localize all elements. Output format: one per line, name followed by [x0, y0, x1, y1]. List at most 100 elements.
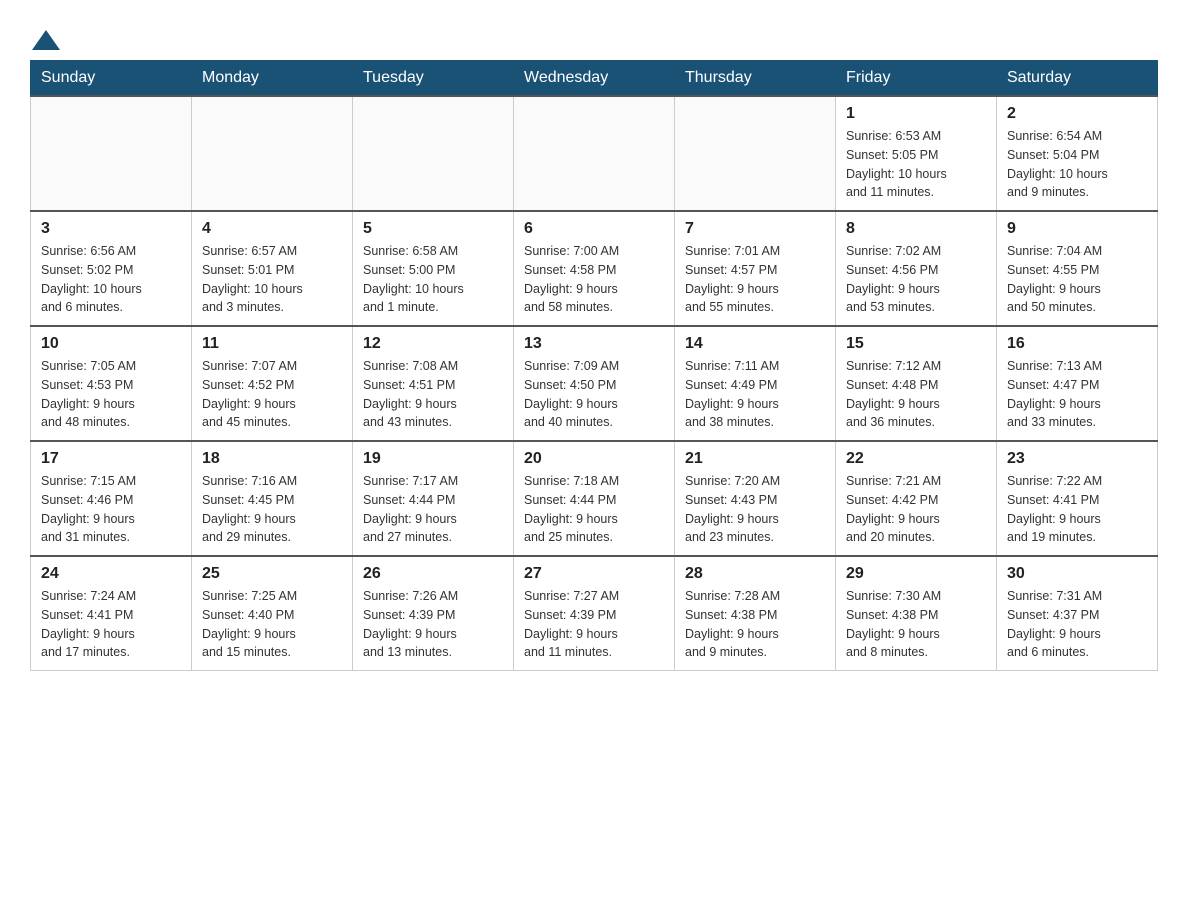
day-info: Sunrise: 7:17 AMSunset: 4:44 PMDaylight:…: [363, 472, 503, 547]
calendar-header-friday: Friday: [836, 61, 997, 97]
day-number: 11: [202, 335, 342, 353]
day-number: 4: [202, 220, 342, 238]
calendar-day-cell: [675, 96, 836, 211]
day-number: 24: [41, 565, 181, 583]
day-number: 27: [524, 565, 664, 583]
calendar-day-cell: 5 Sunrise: 6:58 AMSunset: 5:00 PMDaylight…: [353, 211, 514, 326]
day-info: Sunrise: 6:53 AMSunset: 5:05 PMDaylight:…: [846, 127, 986, 202]
calendar-day-cell: 7 Sunrise: 7:01 AMSunset: 4:57 PMDaylight…: [675, 211, 836, 326]
calendar-day-cell: 20 Sunrise: 7:18 AMSunset: 4:44 PMDayligh…: [514, 441, 675, 556]
day-number: 30: [1007, 565, 1147, 583]
calendar-day-cell: 13Sunrise: 7:09 AMSunset: 4:50 PMDayligh…: [514, 326, 675, 441]
calendar-day-cell: 29 Sunrise: 7:30 AMSunset: 4:38 PMDayligh…: [836, 556, 997, 671]
calendar-header-wednesday: Wednesday: [514, 61, 675, 97]
calendar-day-cell: [192, 96, 353, 211]
day-number: 3: [41, 220, 181, 238]
day-number: 18: [202, 450, 342, 468]
day-info: Sunrise: 7:08 AMSunset: 4:51 PMDaylight:…: [363, 357, 503, 432]
logo: [30, 30, 62, 50]
calendar-header-sunday: Sunday: [31, 61, 192, 97]
day-number: 12: [363, 335, 503, 353]
calendar-day-cell: 10Sunrise: 7:05 AMSunset: 4:53 PMDayligh…: [31, 326, 192, 441]
calendar-week-row: 10Sunrise: 7:05 AMSunset: 4:53 PMDayligh…: [31, 326, 1158, 441]
calendar-week-row: 3 Sunrise: 6:56 AMSunset: 5:02 PMDaylight…: [31, 211, 1158, 326]
day-info: Sunrise: 6:57 AMSunset: 5:01 PMDaylight:…: [202, 242, 342, 317]
day-number: 23: [1007, 450, 1147, 468]
calendar-day-cell: 9 Sunrise: 7:04 AMSunset: 4:55 PMDaylight…: [997, 211, 1158, 326]
day-info: Sunrise: 7:21 AMSunset: 4:42 PMDaylight:…: [846, 472, 986, 547]
calendar-day-cell: 25 Sunrise: 7:25 AMSunset: 4:40 PMDayligh…: [192, 556, 353, 671]
calendar-day-cell: 3 Sunrise: 6:56 AMSunset: 5:02 PMDaylight…: [31, 211, 192, 326]
calendar-day-cell: 17 Sunrise: 7:15 AMSunset: 4:46 PMDayligh…: [31, 441, 192, 556]
calendar-day-cell: 26 Sunrise: 7:26 AMSunset: 4:39 PMDayligh…: [353, 556, 514, 671]
day-number: 16: [1007, 335, 1147, 353]
calendar-day-cell: 2 Sunrise: 6:54 AMSunset: 5:04 PMDaylight…: [997, 96, 1158, 211]
day-info: Sunrise: 7:22 AMSunset: 4:41 PMDaylight:…: [1007, 472, 1147, 547]
calendar-header-thursday: Thursday: [675, 61, 836, 97]
calendar-day-cell: 11 Sunrise: 7:07 AMSunset: 4:52 PMDayligh…: [192, 326, 353, 441]
day-number: 28: [685, 565, 825, 583]
day-number: 5: [363, 220, 503, 238]
day-info: Sunrise: 7:25 AMSunset: 4:40 PMDaylight:…: [202, 587, 342, 662]
calendar-day-cell: [514, 96, 675, 211]
calendar-week-row: 24 Sunrise: 7:24 AMSunset: 4:41 PMDayligh…: [31, 556, 1158, 671]
day-number: 6: [524, 220, 664, 238]
day-info: Sunrise: 7:26 AMSunset: 4:39 PMDaylight:…: [363, 587, 503, 662]
day-number: 26: [363, 565, 503, 583]
logo-triangle-icon: [32, 30, 60, 50]
calendar-week-row: 1Sunrise: 6:53 AMSunset: 5:05 PMDaylight…: [31, 96, 1158, 211]
day-number: 15: [846, 335, 986, 353]
calendar-day-cell: 22 Sunrise: 7:21 AMSunset: 4:42 PMDayligh…: [836, 441, 997, 556]
calendar-day-cell: 23 Sunrise: 7:22 AMSunset: 4:41 PMDayligh…: [997, 441, 1158, 556]
day-number: 9: [1007, 220, 1147, 238]
calendar-day-cell: 14Sunrise: 7:11 AMSunset: 4:49 PMDayligh…: [675, 326, 836, 441]
day-info: Sunrise: 7:30 AMSunset: 4:38 PMDaylight:…: [846, 587, 986, 662]
calendar-day-cell: 12 Sunrise: 7:08 AMSunset: 4:51 PMDayligh…: [353, 326, 514, 441]
day-info: Sunrise: 7:15 AMSunset: 4:46 PMDaylight:…: [41, 472, 181, 547]
day-info: Sunrise: 7:07 AMSunset: 4:52 PMDaylight:…: [202, 357, 342, 432]
calendar-day-cell: 15 Sunrise: 7:12 AMSunset: 4:48 PMDayligh…: [836, 326, 997, 441]
day-info: Sunrise: 7:28 AMSunset: 4:38 PMDaylight:…: [685, 587, 825, 662]
day-number: 17: [41, 450, 181, 468]
calendar-day-cell: 18 Sunrise: 7:16 AMSunset: 4:45 PMDayligh…: [192, 441, 353, 556]
calendar-day-cell: 28 Sunrise: 7:28 AMSunset: 4:38 PMDayligh…: [675, 556, 836, 671]
day-info: Sunrise: 7:16 AMSunset: 4:45 PMDaylight:…: [202, 472, 342, 547]
day-number: 22: [846, 450, 986, 468]
calendar-day-cell: 1Sunrise: 6:53 AMSunset: 5:05 PMDaylight…: [836, 96, 997, 211]
day-info: Sunrise: 6:56 AMSunset: 5:02 PMDaylight:…: [41, 242, 181, 317]
calendar-header-tuesday: Tuesday: [353, 61, 514, 97]
day-number: 20: [524, 450, 664, 468]
calendar-header-row: SundayMondayTuesdayWednesdayThursdayFrid…: [31, 61, 1158, 97]
calendar-day-cell: 19Sunrise: 7:17 AMSunset: 4:44 PMDayligh…: [353, 441, 514, 556]
day-info: Sunrise: 7:27 AMSunset: 4:39 PMDaylight:…: [524, 587, 664, 662]
day-number: 25: [202, 565, 342, 583]
page-header: [30, 20, 1158, 50]
day-number: 29: [846, 565, 986, 583]
calendar-table: SundayMondayTuesdayWednesdayThursdayFrid…: [30, 60, 1158, 671]
calendar-day-cell: [31, 96, 192, 211]
calendar-day-cell: [353, 96, 514, 211]
calendar-day-cell: 8Sunrise: 7:02 AMSunset: 4:56 PMDaylight…: [836, 211, 997, 326]
day-info: Sunrise: 7:20 AMSunset: 4:43 PMDaylight:…: [685, 472, 825, 547]
day-number: 7: [685, 220, 825, 238]
calendar-day-cell: 21 Sunrise: 7:20 AMSunset: 4:43 PMDayligh…: [675, 441, 836, 556]
calendar-day-cell: 16 Sunrise: 7:13 AMSunset: 4:47 PMDayligh…: [997, 326, 1158, 441]
calendar-header-saturday: Saturday: [997, 61, 1158, 97]
calendar-header-monday: Monday: [192, 61, 353, 97]
day-info: Sunrise: 7:13 AMSunset: 4:47 PMDaylight:…: [1007, 357, 1147, 432]
day-number: 21: [685, 450, 825, 468]
day-info: Sunrise: 7:04 AMSunset: 4:55 PMDaylight:…: [1007, 242, 1147, 317]
day-number: 2: [1007, 105, 1147, 123]
day-number: 8: [846, 220, 986, 238]
calendar-day-cell: 30 Sunrise: 7:31 AMSunset: 4:37 PMDayligh…: [997, 556, 1158, 671]
calendar-day-cell: 27 Sunrise: 7:27 AMSunset: 4:39 PMDayligh…: [514, 556, 675, 671]
calendar-week-row: 17 Sunrise: 7:15 AMSunset: 4:46 PMDayligh…: [31, 441, 1158, 556]
day-info: Sunrise: 7:24 AMSunset: 4:41 PMDaylight:…: [41, 587, 181, 662]
day-info: Sunrise: 7:18 AMSunset: 4:44 PMDaylight:…: [524, 472, 664, 547]
day-info: Sunrise: 6:54 AMSunset: 5:04 PMDaylight:…: [1007, 127, 1147, 202]
day-number: 10: [41, 335, 181, 353]
day-info: Sunrise: 7:31 AMSunset: 4:37 PMDaylight:…: [1007, 587, 1147, 662]
day-info: Sunrise: 7:01 AMSunset: 4:57 PMDaylight:…: [685, 242, 825, 317]
day-info: Sunrise: 6:58 AMSunset: 5:00 PMDaylight:…: [363, 242, 503, 317]
day-info: Sunrise: 7:12 AMSunset: 4:48 PMDaylight:…: [846, 357, 986, 432]
